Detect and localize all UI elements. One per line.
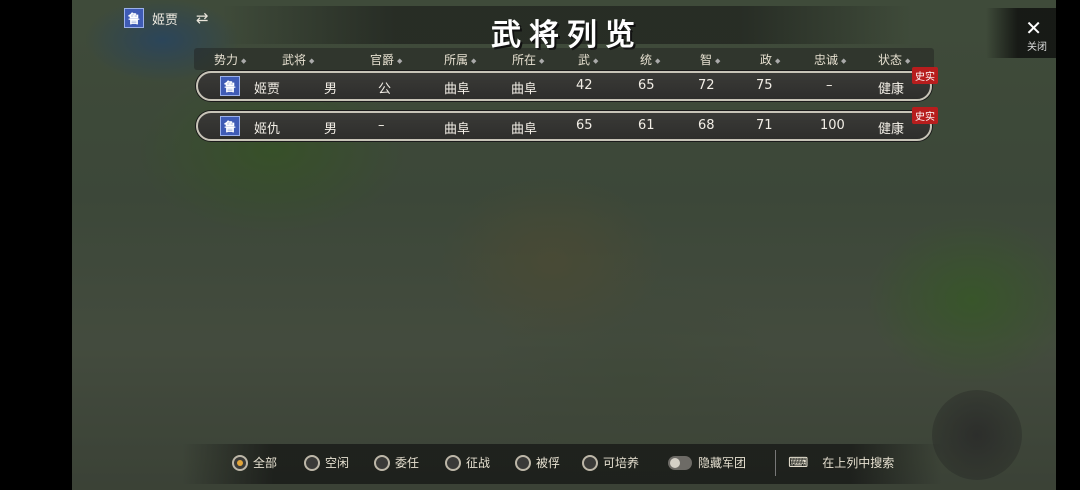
- general-rank: 公: [378, 82, 392, 97]
- general-status: 健康: [878, 82, 905, 97]
- general-politics: 75: [756, 78, 773, 93]
- column-header-war[interactable]: 武 ◆: [578, 51, 598, 68]
- radio-icon: [374, 454, 390, 471]
- general-belong: 曲阜: [444, 82, 471, 97]
- radio-icon: [304, 454, 320, 471]
- filter-bar: 全部 空闲 委任 征战 被俘 可培养 隐藏军团 ⌨ 在上列中搜索: [182, 444, 942, 484]
- toggle-knob: [670, 457, 680, 468]
- sort-icon: ◆: [471, 56, 477, 65]
- general-belong: 曲阜: [444, 122, 471, 137]
- column-header-location[interactable]: 所在 ◆: [512, 51, 544, 68]
- sort-icon: ◆: [309, 56, 315, 65]
- current-character[interactable]: 鲁 姬贾 ⇄: [124, 8, 209, 28]
- general-location: 曲阜: [511, 82, 538, 97]
- filter-all[interactable]: 全部: [232, 454, 277, 471]
- general-status: 健康: [878, 122, 905, 137]
- game-screen: 鲁 姬贾 ⇄ 武将列览 ✕ 关闭 势力 ◆ 武将 ◆ 官爵 ◆ 所属 ◆ 所在 ◆ 武 ◆ …: [72, 0, 1056, 490]
- general-lead: 61: [638, 118, 655, 133]
- filter-captured[interactable]: 被俘: [515, 454, 560, 471]
- title-bar: 武将列览: [222, 6, 912, 53]
- filter-idle[interactable]: 空闲: [304, 454, 349, 471]
- sort-icon: ◆: [775, 56, 781, 65]
- faction-seal-icon: 鲁: [220, 116, 240, 136]
- close-button[interactable]: ✕ 关闭: [986, 8, 1056, 58]
- sort-icon: ◆: [539, 56, 545, 65]
- radio-icon: [445, 454, 461, 471]
- general-gender: 男: [324, 82, 338, 97]
- sort-icon: ◆: [655, 56, 661, 65]
- divider: [775, 450, 776, 476]
- radio-icon: [582, 454, 598, 471]
- column-header-loyalty[interactable]: 忠诚 ◆: [814, 51, 846, 68]
- column-header-general[interactable]: 武将 ◆: [282, 51, 314, 68]
- search-button[interactable]: ⌨ 在上列中搜索: [788, 454, 894, 471]
- column-header-status[interactable]: 状态 ◆: [878, 51, 910, 68]
- column-header-lead[interactable]: 统 ◆: [640, 51, 660, 68]
- general-name: 姬仇: [254, 122, 281, 137]
- sort-icon: ◆: [241, 56, 247, 65]
- historical-tag: 史实: [912, 67, 938, 84]
- keyboard-icon: ⌨: [788, 454, 809, 471]
- general-loyalty: 100: [820, 118, 845, 133]
- column-header-rank[interactable]: 官爵 ◆: [370, 51, 402, 68]
- blurred-action-button: [932, 390, 1022, 480]
- faction-seal-icon: 鲁: [124, 8, 144, 28]
- swap-icon[interactable]: ⇄: [196, 9, 209, 27]
- filter-trainable[interactable]: 可培养: [582, 454, 639, 471]
- general-rank: –: [378, 118, 385, 133]
- general-gender: 男: [324, 122, 338, 137]
- hide-army-toggle[interactable]: 隐藏军团: [668, 454, 746, 471]
- filter-campaign[interactable]: 征战: [445, 454, 490, 471]
- column-header-intel[interactable]: 智 ◆: [700, 51, 720, 68]
- radio-icon: [232, 454, 248, 471]
- faction-seal-icon: 鲁: [220, 76, 240, 96]
- column-header-faction[interactable]: 势力 ◆: [214, 51, 246, 68]
- general-row[interactable]: 鲁 姬贾 男 公 曲阜 曲阜 42 65 72 75 – 健康 史实: [196, 67, 938, 101]
- radio-icon: [515, 454, 531, 471]
- column-header-politics[interactable]: 政 ◆: [760, 51, 780, 68]
- toggle-track: [668, 455, 692, 470]
- general-location: 曲阜: [511, 122, 538, 137]
- general-row[interactable]: 鲁 姬仇 男 – 曲阜 曲阜 65 61 68 71 100 健康 史实: [196, 107, 938, 141]
- column-header-belong[interactable]: 所属 ◆: [444, 51, 476, 68]
- filter-appointed[interactable]: 委任: [374, 454, 419, 471]
- general-war: 65: [576, 118, 593, 133]
- table-header: 势力 ◆ 武将 ◆ 官爵 ◆ 所属 ◆ 所在 ◆ 武 ◆ 统 ◆ 智 ◆ 政 ◆ 忠诚 ◆ 状态 ◆: [194, 48, 934, 70]
- sort-icon: ◆: [397, 56, 403, 65]
- general-politics: 71: [756, 118, 773, 133]
- general-intel: 72: [698, 78, 715, 93]
- general-lead: 65: [638, 78, 655, 93]
- close-icon: ✕: [1025, 16, 1042, 40]
- close-label: 关闭: [1027, 42, 1047, 53]
- general-loyalty: –: [826, 78, 833, 93]
- sort-icon: ◆: [841, 56, 847, 65]
- current-character-name: 姬贾: [152, 12, 179, 28]
- general-name: 姬贾: [254, 82, 281, 97]
- sort-icon: ◆: [905, 56, 911, 65]
- general-war: 42: [576, 78, 593, 93]
- general-intel: 68: [698, 118, 715, 133]
- historical-tag: 史实: [912, 107, 938, 124]
- sort-icon: ◆: [715, 56, 721, 65]
- sort-icon: ◆: [593, 56, 599, 65]
